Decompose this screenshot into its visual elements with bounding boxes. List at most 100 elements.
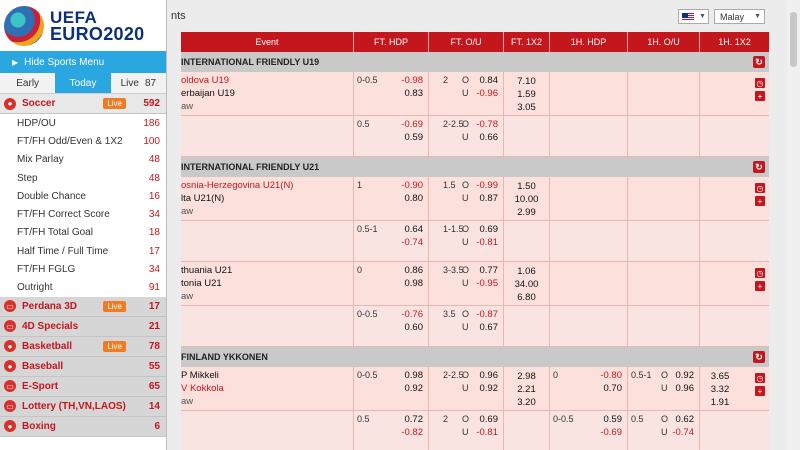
away-team[interactable]: lta U21(N) [181, 192, 353, 205]
odds-value[interactable]: 3.32 [700, 383, 740, 396]
sport-item[interactable]: ● Baseball 55 [0, 356, 166, 377]
odds-value[interactable]: 0.83 [405, 88, 424, 99]
odds-value[interactable]: -0.74 [401, 237, 423, 248]
odds-value[interactable]: 3.20 [504, 396, 549, 409]
plus-icon[interactable]: + [755, 91, 765, 101]
submenu-item[interactable]: Mix Parlay 48 [0, 150, 166, 169]
vertical-scrollbar[interactable] [787, 0, 800, 450]
tab-early[interactable]: Early [0, 73, 55, 93]
home-team[interactable]: thuania U21 [181, 264, 353, 277]
odds-value[interactable]: 0.84 [480, 75, 499, 86]
odds-value[interactable]: -0.90 [401, 180, 423, 191]
language-select[interactable]: Malay ▼ [714, 9, 765, 24]
odds-value[interactable]: -0.98 [401, 75, 423, 86]
away-team[interactable]: V Kokkola [181, 382, 353, 395]
odds-value[interactable]: 2.21 [504, 383, 549, 396]
sport-item[interactable]: ▭ Lottery (TH,VN,LAOS) 14 [0, 396, 166, 417]
odds-value[interactable]: -0.81 [476, 237, 498, 248]
odds-value[interactable]: 0.92 [676, 370, 695, 381]
submenu-item[interactable]: FT/FH FGLG 34 [0, 260, 166, 279]
submenu-item[interactable]: Double Chance 16 [0, 187, 166, 206]
odds-value[interactable]: 0.92 [405, 383, 424, 394]
tab-today[interactable]: Today [55, 73, 111, 93]
odds-value[interactable]: -0.69 [401, 119, 423, 130]
away-team[interactable]: erbaijan U19 [181, 87, 353, 100]
sport-item[interactable]: ● Boxing 6 [0, 416, 166, 437]
tab-live[interactable]: Live 87 [111, 73, 166, 93]
odds-value[interactable]: 0.87 [480, 193, 499, 204]
odds-value[interactable]: -0.87 [476, 309, 498, 320]
plus-icon[interactable]: + [755, 281, 765, 291]
odds-value[interactable]: 34.00 [504, 278, 549, 291]
odds-value[interactable]: -0.81 [476, 427, 498, 438]
odds-value[interactable]: 0.77 [480, 265, 499, 276]
odds-value[interactable]: 2.99 [504, 206, 549, 219]
scrollbar-thumb[interactable] [790, 12, 797, 67]
sport-item[interactable]: ▭ Perdana 3D Live 17 [0, 296, 166, 317]
odds-value[interactable]: 7.10 [504, 75, 549, 88]
odds-value[interactable]: 0.59 [405, 132, 424, 143]
sport-soccer[interactable]: ● Soccer Live 592 [0, 94, 166, 114]
sport-item[interactable]: ● Basketball Live 78 [0, 336, 166, 357]
odds-value[interactable]: 3.65 [700, 370, 740, 383]
plus-icon[interactable]: + [755, 196, 765, 206]
odds-value[interactable]: 0.59 [604, 414, 623, 425]
refresh-icon[interactable]: ↻ [753, 161, 765, 173]
home-team[interactable]: osnia-Herzegovina U21(N) [181, 179, 353, 192]
odds-value[interactable]: 0.62 [676, 414, 695, 425]
submenu-item[interactable]: FT/FH Correct Score 34 [0, 205, 166, 224]
home-team[interactable]: oldova U19 [181, 74, 353, 87]
odds-value[interactable]: -0.99 [476, 180, 498, 191]
home-team[interactable]: P Mikkeli [181, 369, 353, 382]
odds-value[interactable]: 1.50 [504, 180, 549, 193]
odds-value[interactable]: 0.67 [480, 322, 499, 333]
odds-value[interactable]: -0.78 [476, 119, 498, 130]
odds-value[interactable]: 0.64 [405, 224, 424, 235]
odds-value[interactable]: 1.06 [504, 265, 549, 278]
submenu-item[interactable]: Outright 91 [0, 278, 166, 297]
odds-value[interactable]: 0.80 [405, 193, 424, 204]
odds-value[interactable]: 6.80 [504, 291, 549, 304]
odds-value[interactable]: 0.60 [405, 322, 424, 333]
submenu-item[interactable]: FT/FH Total Goal 18 [0, 223, 166, 243]
submenu-item[interactable]: Half Time / Full Time 17 [0, 242, 166, 261]
hide-sports-menu-button[interactable]: ▶ Hide Sports Menu [0, 51, 166, 73]
odds-value[interactable]: 0.66 [480, 132, 499, 143]
submenu-item[interactable]: HDP/OU 186 [0, 114, 166, 133]
submenu-item[interactable]: FT/FH Odd/Even & 1X2 100 [0, 132, 166, 151]
odds-value[interactable]: 2.98 [504, 370, 549, 383]
odds-format-select[interactable]: ▼ [678, 9, 709, 24]
odds-value[interactable]: -0.95 [476, 278, 498, 289]
odds-value[interactable]: 0.86 [405, 265, 424, 276]
odds-value[interactable]: -0.96 [476, 88, 498, 99]
odds-value[interactable]: 0.96 [676, 383, 695, 394]
sport-item[interactable]: ▭ 4D Specials 21 [0, 316, 166, 337]
plus-icon[interactable]: + [755, 386, 765, 396]
odds-value[interactable]: 3.05 [504, 101, 549, 114]
odds-value[interactable]: -0.76 [401, 309, 423, 320]
stats-icon[interactable]: ◷ [755, 183, 765, 193]
odds-value[interactable]: 0.92 [480, 383, 499, 394]
refresh-icon[interactable]: ↻ [753, 56, 765, 68]
odds-value[interactable]: 0.69 [480, 224, 499, 235]
odds-value[interactable]: 0.70 [604, 383, 623, 394]
odds-value[interactable]: -0.82 [401, 427, 423, 438]
odds-value[interactable]: 0.72 [405, 414, 424, 425]
submenu-item[interactable]: Step 48 [0, 168, 166, 188]
odds-value[interactable]: 0.69 [480, 414, 499, 425]
away-team[interactable]: tonia U21 [181, 277, 353, 290]
stats-icon[interactable]: ◷ [755, 373, 765, 383]
odds-value[interactable]: -0.74 [672, 427, 694, 438]
odds-value[interactable]: -0.69 [600, 427, 622, 438]
stats-icon[interactable]: ◷ [755, 268, 765, 278]
euro2020-logo[interactable]: UEFA EURO2020 [0, 0, 166, 51]
stats-icon[interactable]: ◷ [755, 78, 765, 88]
sport-item[interactable]: ▭ E-Sport 65 [0, 376, 166, 397]
odds-value[interactable]: 10.00 [504, 193, 549, 206]
odds-value[interactable]: -0.80 [600, 370, 622, 381]
odds-value[interactable]: 0.98 [405, 370, 424, 381]
odds-value[interactable]: 1.91 [700, 396, 740, 409]
odds-value[interactable]: 1.59 [504, 88, 549, 101]
odds-value[interactable]: 0.98 [405, 278, 424, 289]
refresh-icon[interactable]: ↻ [753, 351, 765, 363]
